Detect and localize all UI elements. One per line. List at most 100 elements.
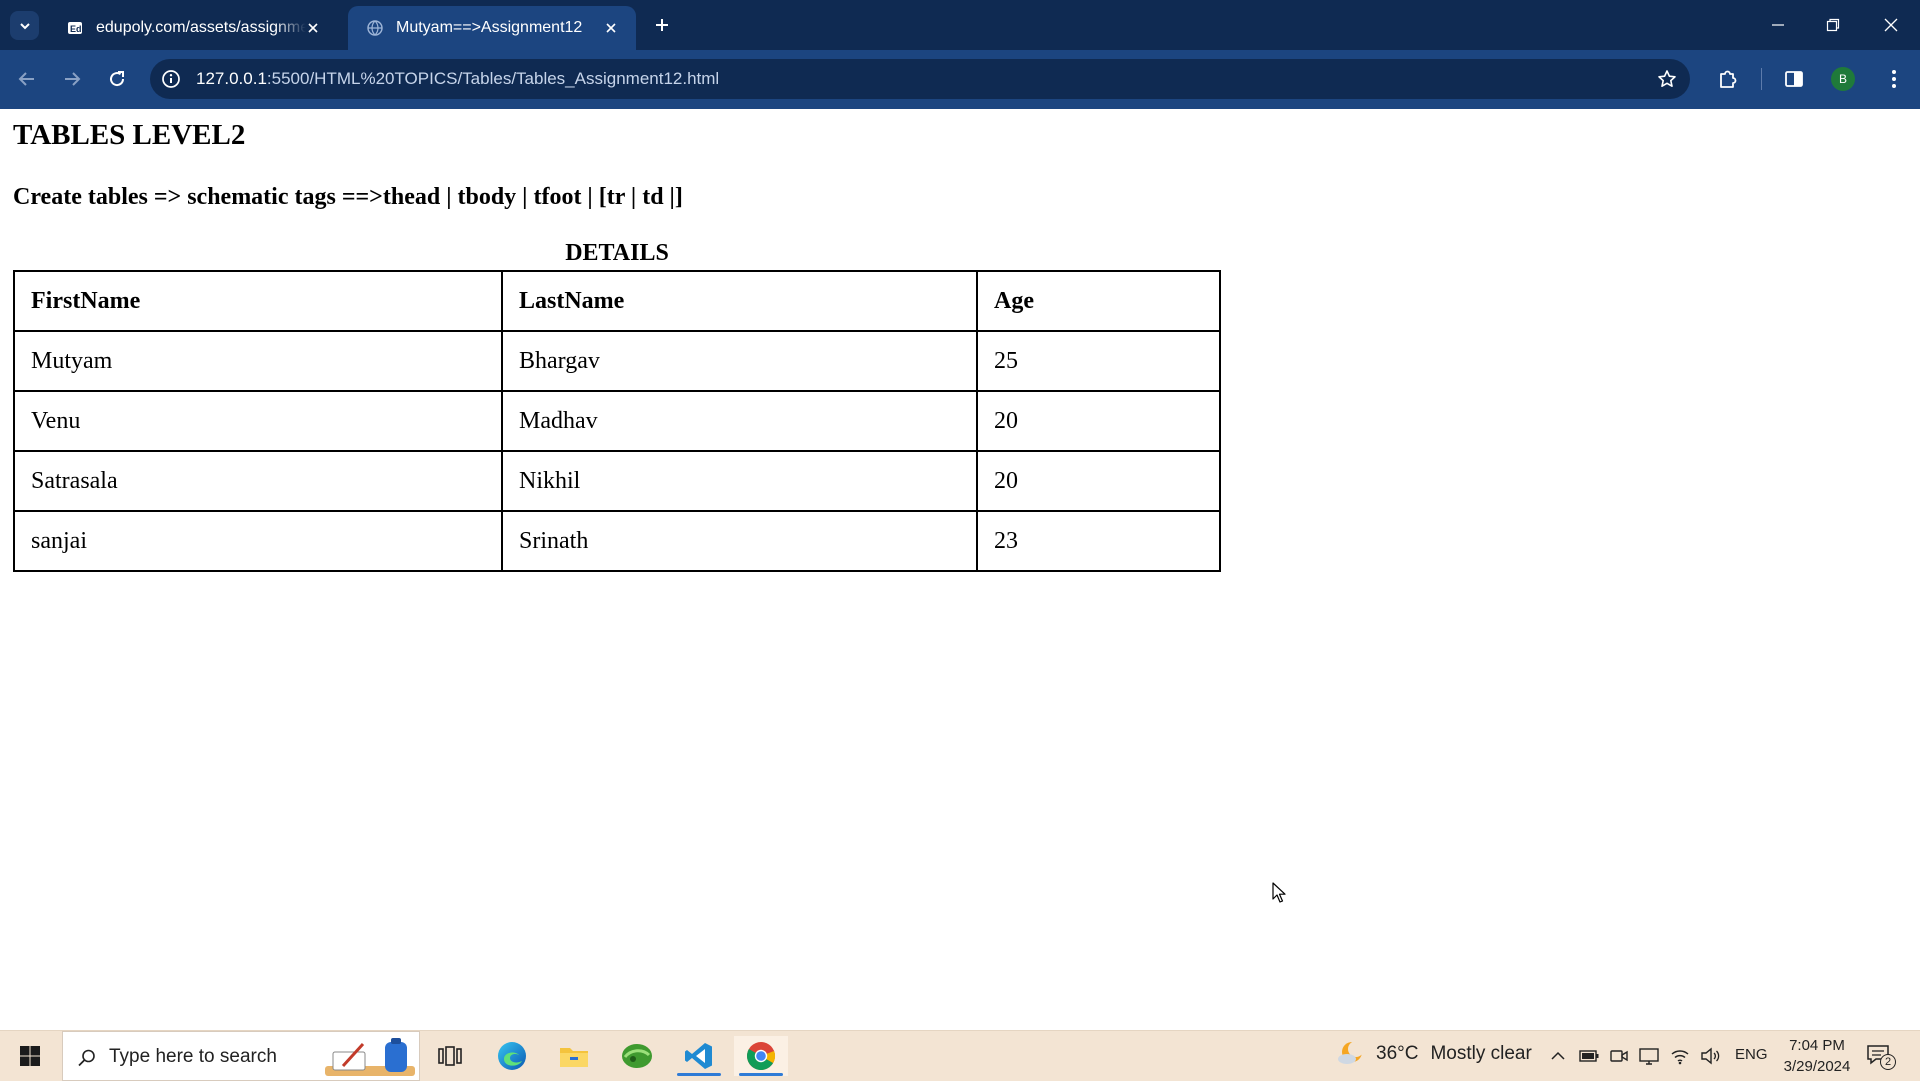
vscode-icon [685, 1043, 712, 1069]
close-tab-icon[interactable] [602, 19, 620, 37]
windows-logo-icon [20, 1046, 40, 1066]
tab-edupoly[interactable]: Ed edupoly.com/assets/assignmen [48, 6, 338, 50]
monitor-icon [1639, 1048, 1659, 1065]
taskbar-vscode[interactable] [672, 1036, 726, 1076]
table-row: Mutyam Bhargav 25 [13, 330, 1221, 392]
start-button[interactable] [3, 1036, 57, 1076]
cell-firstname: Satrasala [13, 450, 503, 512]
profile-avatar[interactable]: B [1831, 67, 1855, 91]
cell-lastname: Madhav [501, 390, 978, 452]
folder-icon [560, 1048, 588, 1067]
reload-button[interactable] [102, 64, 132, 94]
volume-tray[interactable] [1699, 1045, 1721, 1067]
show-hidden-icons-button[interactable] [1547, 1045, 1569, 1067]
mouse-pointer-icon [1272, 882, 1286, 903]
task-view-button[interactable] [423, 1036, 477, 1076]
side-panel-button[interactable] [1779, 64, 1809, 94]
header-age: Age [976, 270, 1221, 332]
page-subheading: Create tables => schematic tags ==>thead… [13, 184, 683, 210]
taskbar-file-explorer[interactable] [547, 1036, 601, 1076]
site-info-icon[interactable] [160, 68, 182, 90]
weather-condition: Mostly clear [1430, 1043, 1532, 1064]
plus-icon [656, 19, 668, 31]
restore-icon [1826, 18, 1840, 32]
clock-time: 7:04 PM [1789, 1037, 1845, 1054]
browser-title-bar: Ed edupoly.com/assets/assignmen Mutyam==… [0, 0, 1920, 50]
cell-lastname: Nikhil [501, 450, 978, 512]
header-firstname: FirstName [13, 270, 503, 332]
cell-lastname: Bhargav [501, 330, 978, 392]
tab-search-button[interactable] [10, 11, 39, 40]
url-text[interactable]: 127.0.0.1:5500/HTML%20TOPICS/Tables/Tabl… [196, 69, 719, 89]
extensions-button[interactable] [1713, 64, 1743, 94]
globe-icon [366, 19, 384, 37]
edupoly-favicon-icon: Ed [66, 19, 84, 37]
leaf-app-icon [622, 1044, 652, 1068]
puzzle-icon [1720, 70, 1737, 88]
camera-tray[interactable] [1608, 1045, 1630, 1067]
bookmark-star-icon[interactable] [1656, 68, 1678, 90]
tab-label: edupoly.com/assets/assignmen [96, 19, 306, 36]
url-path: :5500/HTML%20TOPICS/Tables/Tables_Assign… [266, 69, 720, 88]
search-highlight-illustration-icon [325, 1038, 415, 1076]
close-tab-icon[interactable] [304, 19, 322, 37]
display-tray[interactable] [1638, 1045, 1660, 1067]
taskbar-search-box[interactable]: Type here to search [62, 1031, 420, 1081]
svg-text:Ed: Ed [70, 24, 82, 34]
table-head: FirstName LastName Age [13, 270, 1221, 332]
speaker-icon [1701, 1047, 1720, 1065]
restore-button[interactable] [1818, 10, 1848, 40]
table-row: sanjai Srinath 23 [13, 510, 1221, 572]
task-view-icon [438, 1046, 462, 1066]
taskbar-green-app[interactable] [610, 1036, 664, 1076]
new-tab-button[interactable] [650, 13, 674, 37]
close-window-button[interactable] [1876, 10, 1906, 40]
notification-count-badge: 2 [1880, 1054, 1896, 1070]
weather-temperature: 36°C [1376, 1043, 1419, 1064]
battery-tray[interactable] [1578, 1045, 1600, 1067]
notification-center-button[interactable]: 2 [1866, 1042, 1898, 1070]
taskbar-clock[interactable]: 7:04 PM 3/29/2024 [1776, 1035, 1858, 1077]
wifi-icon [1671, 1050, 1689, 1065]
tab-label: Mutyam==>Assignment12 [396, 19, 583, 36]
edge-browser-icon [498, 1042, 526, 1070]
table-row: Satrasala Nikhil 20 [13, 450, 1221, 512]
back-button[interactable] [12, 64, 42, 94]
chevron-down-icon [19, 22, 30, 29]
active-indicator [677, 1073, 721, 1076]
table-header-row: FirstName LastName Age [13, 270, 1221, 332]
cell-firstname: Venu [13, 390, 503, 452]
tab-assignment12[interactable]: Mutyam==>Assignment12 [348, 6, 636, 50]
arrow-right-icon [65, 72, 81, 86]
cell-age: 20 [976, 450, 1221, 512]
language-indicator[interactable]: ENG [1735, 1046, 1768, 1063]
meet-now-icon [1610, 1050, 1628, 1062]
browser-toolbar: 127.0.0.1:5500/HTML%20TOPICS/Tables/Tabl… [0, 50, 1920, 109]
table-row: Venu Madhav 20 [13, 390, 1221, 452]
taskbar-chrome[interactable] [734, 1036, 788, 1076]
weather-widget[interactable]: 36°C Mostly clear [1336, 1039, 1532, 1069]
search-icon [75, 1046, 99, 1070]
url-host: 127.0.0.1 [196, 69, 267, 88]
network-tray[interactable] [1669, 1045, 1691, 1067]
moon-cloud-icon [1338, 1041, 1364, 1064]
forward-button[interactable] [57, 64, 87, 94]
table-caption: DETAILS [565, 240, 669, 266]
cell-firstname: sanjai [13, 510, 503, 572]
chrome-browser-icon [747, 1042, 776, 1070]
browser-menu-button[interactable] [1879, 64, 1909, 94]
reload-icon [110, 71, 125, 87]
address-bar[interactable]: 127.0.0.1:5500/HTML%20TOPICS/Tables/Tabl… [150, 59, 1690, 99]
close-icon [1884, 18, 1898, 32]
header-lastname: LastName [501, 270, 978, 332]
details-table: FirstName LastName Age Mutyam Bhargav 25… [13, 270, 1221, 572]
battery-icon [1579, 1050, 1599, 1062]
cell-lastname: Srinath [501, 510, 978, 572]
taskbar-edge[interactable] [485, 1036, 539, 1076]
cell-age: 23 [976, 510, 1221, 572]
kebab-menu-icon [1892, 70, 1896, 88]
minimize-button[interactable] [1763, 10, 1793, 40]
side-panel-icon [1785, 71, 1803, 87]
windows-taskbar: Type here to search 36°C Mostly clear EN… [0, 1030, 1920, 1081]
cell-age: 25 [976, 330, 1221, 392]
